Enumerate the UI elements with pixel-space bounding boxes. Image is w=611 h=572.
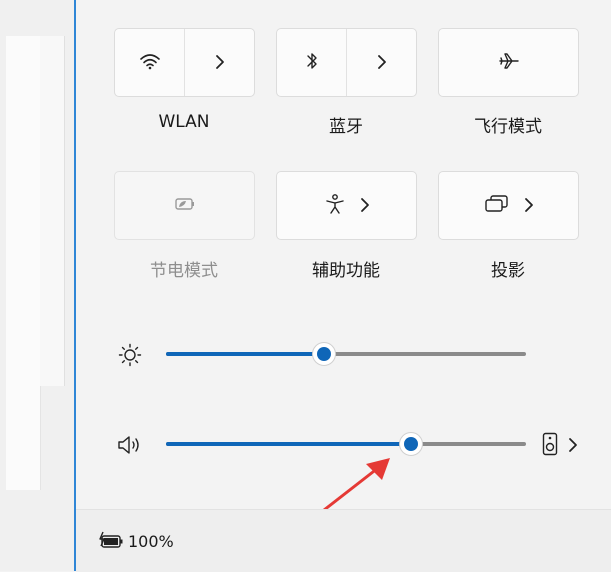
background-window-pane: [6, 36, 41, 490]
brightness-slider-thumb[interactable]: [312, 342, 337, 366]
quick-settings-footer: 100%: [76, 509, 611, 572]
project-tile[interactable]: [438, 171, 579, 240]
battery-saver-icon: [173, 196, 197, 216]
bluetooth-expand-button[interactable]: [346, 29, 416, 96]
speaker-icon[interactable]: [116, 432, 144, 462]
speaker-device-icon: [542, 432, 558, 460]
project-icon: [484, 194, 510, 218]
project-label: 投影: [491, 261, 525, 281]
chevron-right-icon: [568, 436, 578, 456]
background-window-pane-2: [40, 36, 65, 386]
bluetooth-icon: [305, 51, 319, 75]
volume-slider-fill: [166, 442, 411, 446]
quick-settings-panel: WLAN 蓝牙 飞行模式 节电模式 辅助功能 投影 100%: [74, 0, 611, 572]
accessibility-button[interactable]: [277, 172, 416, 239]
volume-slider-thumb[interactable]: [398, 432, 423, 456]
brightness-slider-fill: [166, 352, 325, 356]
audio-output-button[interactable]: [542, 432, 578, 460]
sun-icon: [118, 343, 142, 371]
brightness-slider-track[interactable]: [166, 352, 526, 356]
battery-percentage: 100%: [128, 532, 174, 551]
battery-saver-tile: [114, 171, 255, 240]
battery-saver-toggle-button: [115, 172, 254, 239]
wlan-label: WLAN: [158, 112, 210, 132]
airplane-icon: [497, 51, 521, 75]
accessibility-icon: [324, 193, 346, 219]
accessibility-tile[interactable]: [276, 171, 417, 240]
wlan-tile: [114, 28, 255, 97]
project-button[interactable]: [439, 172, 578, 239]
bluetooth-toggle-button[interactable]: [277, 29, 346, 96]
airplane-toggle-button[interactable]: [439, 29, 578, 96]
battery-saver-label: 节电模式: [150, 261, 218, 281]
annotation-arrow-icon: [322, 458, 390, 512]
chevron-right-icon: [377, 53, 387, 73]
chevron-right-icon: [360, 196, 370, 216]
wlan-toggle-button[interactable]: [115, 29, 184, 96]
chevron-right-icon: [524, 196, 534, 216]
volume-slider-track[interactable]: [166, 442, 526, 446]
airplane-tile[interactable]: [438, 28, 579, 97]
wifi-icon: [139, 52, 161, 74]
chevron-right-icon: [215, 53, 225, 73]
airplane-label: 飞行模式: [474, 117, 542, 137]
bluetooth-label: 蓝牙: [329, 117, 363, 137]
battery-charging-icon: [98, 531, 126, 555]
bluetooth-tile: [276, 28, 417, 97]
accessibility-label: 辅助功能: [312, 261, 380, 281]
wlan-expand-button[interactable]: [184, 29, 254, 96]
